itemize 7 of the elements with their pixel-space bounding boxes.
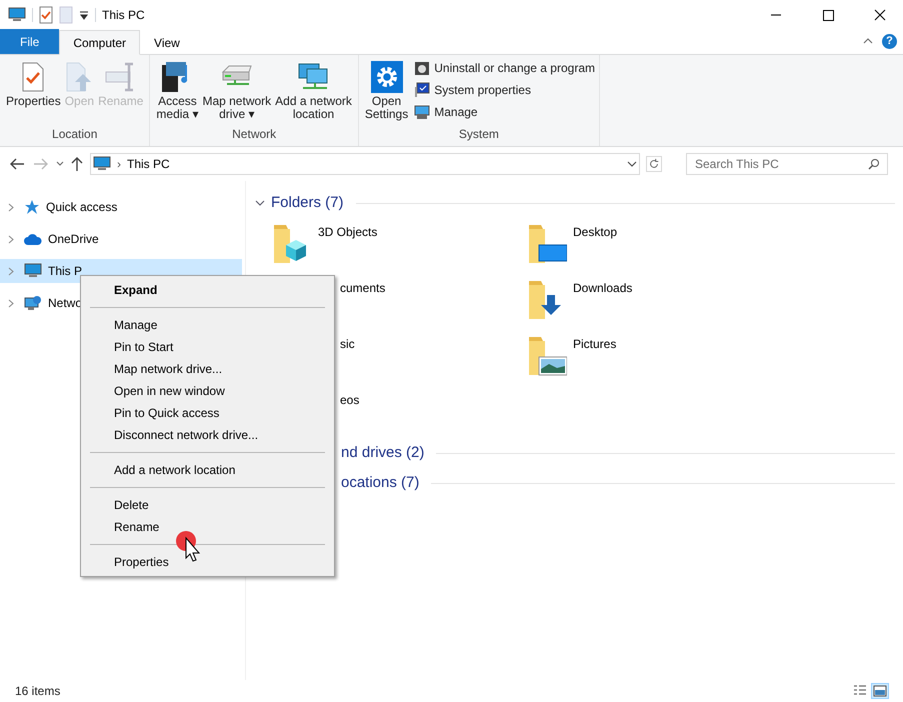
status-text: 16 items (15, 683, 60, 700)
address-path: This PC (127, 156, 170, 173)
ribbon-group-label: System (458, 126, 500, 143)
window-title: This PC (102, 7, 145, 24)
ribbon-group-label: Location (51, 126, 98, 143)
breadcrumb-separator-icon: › (117, 155, 121, 173)
ribbon-group-label: Network (231, 126, 278, 143)
